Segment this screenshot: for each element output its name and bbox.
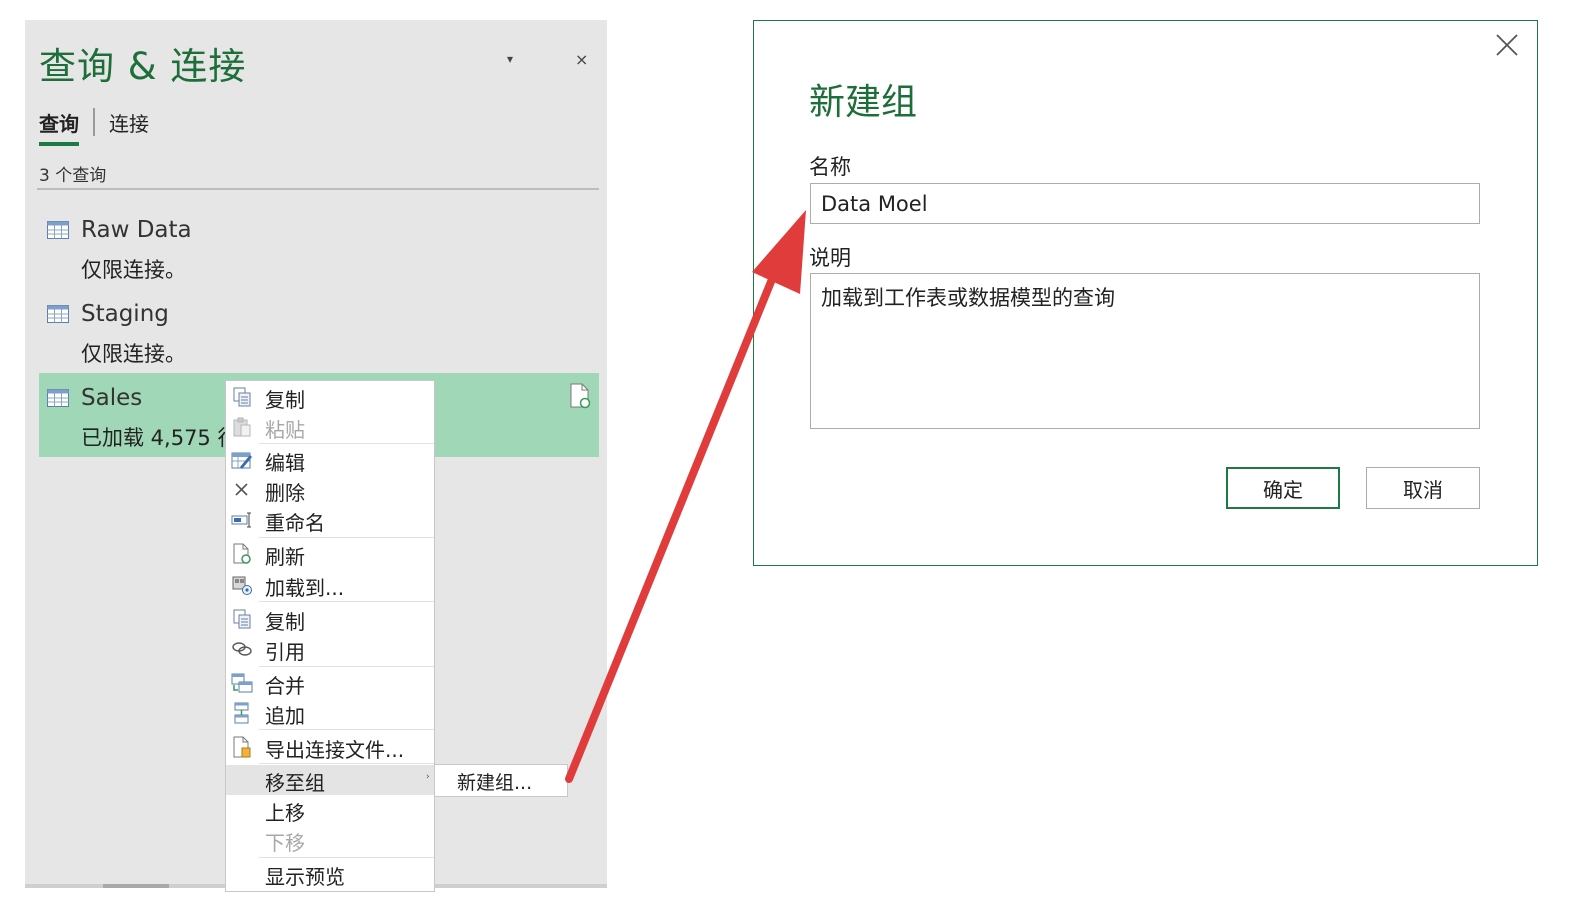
- table-icon: [47, 305, 69, 323]
- description-label: 说明: [809, 246, 851, 270]
- refresh-icon: [233, 543, 251, 564]
- menu-item-delete[interactable]: 删除: [226, 475, 434, 505]
- menu-item-label: 合并: [265, 674, 305, 698]
- cancel-button[interactable]: 取消: [1366, 467, 1480, 509]
- submenu-item-new-group[interactable]: 新建组...: [457, 768, 532, 795]
- menu-item-copy[interactable]: 复制: [226, 382, 434, 412]
- close-icon[interactable]: [1494, 32, 1520, 58]
- menu-item-label: 复制: [265, 610, 305, 634]
- query-status: 仅限连接。: [81, 258, 186, 282]
- name-input[interactable]: [810, 183, 1480, 224]
- submenu-move-to-group: 新建组...: [434, 764, 568, 797]
- menu-item-label: 下移: [265, 831, 305, 855]
- divider: [37, 188, 599, 190]
- menu-item-label: 粘贴: [265, 418, 305, 442]
- menu-separator: [259, 666, 434, 667]
- delete-icon: [235, 483, 248, 496]
- query-status: 仅限连接。: [81, 342, 186, 366]
- duplicate-icon: [233, 609, 251, 629]
- menu-item-move-down[interactable]: 下移: [226, 825, 434, 855]
- menu-separator: [259, 601, 434, 602]
- reference-icon: [232, 642, 252, 656]
- edit-icon: [231, 452, 252, 469]
- menu-item-duplicate[interactable]: 复制: [226, 604, 434, 634]
- description-input[interactable]: 加载到工作表或数据模型的查询: [810, 273, 1480, 429]
- tab-queries[interactable]: 查询: [39, 108, 79, 146]
- submenu-arrow-icon: ›: [426, 772, 430, 782]
- menu-separator: [259, 857, 434, 858]
- new-group-dialog: 新建组 名称 说明 加载到工作表或数据模型的查询 确定 取消: [753, 20, 1538, 566]
- menu-item-label: 显示预览: [265, 865, 345, 889]
- query-status: 已加载 4,575 行: [81, 426, 239, 450]
- menu-item-label: 刷新: [265, 545, 305, 569]
- dialog-title: 新建组: [809, 82, 918, 123]
- name-label: 名称: [809, 155, 851, 179]
- menu-item-load-to[interactable]: 加载到...: [226, 570, 434, 600]
- menu-separator: [259, 763, 434, 764]
- menu-separator: [259, 729, 434, 730]
- menu-item-label: 追加: [265, 704, 305, 728]
- menu-item-label: 编辑: [265, 451, 305, 475]
- menu-item-merge[interactable]: 合并: [226, 668, 434, 698]
- menu-item-label: 移至组: [265, 771, 325, 795]
- menu-item-reference[interactable]: 引用: [226, 634, 434, 664]
- menu-item-refresh[interactable]: 刷新: [226, 539, 434, 569]
- ok-button[interactable]: 确定: [1226, 467, 1340, 509]
- query-item-raw-data[interactable]: Raw Data 仅限连接。: [39, 205, 599, 289]
- menu-item-move-up[interactable]: 上移: [226, 795, 434, 825]
- menu-item-label: 删除: [265, 481, 305, 505]
- append-icon: [234, 702, 249, 724]
- rename-icon: [231, 512, 251, 528]
- tab-connections[interactable]: 连接: [109, 108, 149, 137]
- table-icon: [47, 389, 69, 407]
- menu-item-label: 引用: [265, 640, 305, 664]
- context-menu: 复制 粘贴 编辑 删除 重命名 刷新 加载到... 复制 引用 合并 追加 导出…: [225, 380, 435, 892]
- menu-item-paste[interactable]: 粘贴: [226, 412, 434, 442]
- menu-item-show-preview[interactable]: 显示预览: [226, 859, 434, 889]
- table-icon: [47, 221, 69, 239]
- menu-item-edit[interactable]: 编辑: [226, 445, 434, 475]
- menu-separator: [259, 537, 434, 538]
- menu-item-label: 重命名: [265, 511, 325, 535]
- pane-scrollbar-thumb[interactable]: [103, 884, 169, 888]
- menu-separator: [259, 443, 434, 444]
- query-item-staging[interactable]: Staging 仅限连接。: [39, 289, 599, 373]
- refresh-document-icon[interactable]: [569, 383, 591, 409]
- menu-item-label: 加载到...: [265, 576, 345, 600]
- menu-item-rename[interactable]: 重命名: [226, 505, 434, 535]
- menu-item-append[interactable]: 追加: [226, 698, 434, 728]
- menu-item-label: 复制: [265, 388, 305, 412]
- load-to-icon: [232, 576, 252, 595]
- pane-title: 查询 & 连接: [39, 45, 247, 88]
- merge-icon: [231, 673, 253, 693]
- menu-item-label: 上移: [265, 801, 305, 825]
- query-name: Staging: [81, 301, 169, 327]
- menu-item-move-to-group[interactable]: 移至组 ›: [226, 765, 434, 795]
- paste-icon: [233, 417, 251, 437]
- query-count: 3 个查询: [39, 166, 107, 186]
- export-icon: [233, 736, 251, 758]
- menu-item-export-connection-file[interactable]: 导出连接文件...: [226, 732, 434, 762]
- copy-icon: [233, 387, 251, 407]
- tab-divider: [93, 108, 95, 136]
- pane-options-dropdown-icon[interactable]: ▾: [507, 52, 513, 66]
- menu-item-label: 导出连接文件...: [265, 738, 405, 762]
- pane-close-icon[interactable]: ×: [575, 50, 588, 69]
- query-name: Sales: [81, 385, 143, 411]
- query-name: Raw Data: [81, 217, 192, 243]
